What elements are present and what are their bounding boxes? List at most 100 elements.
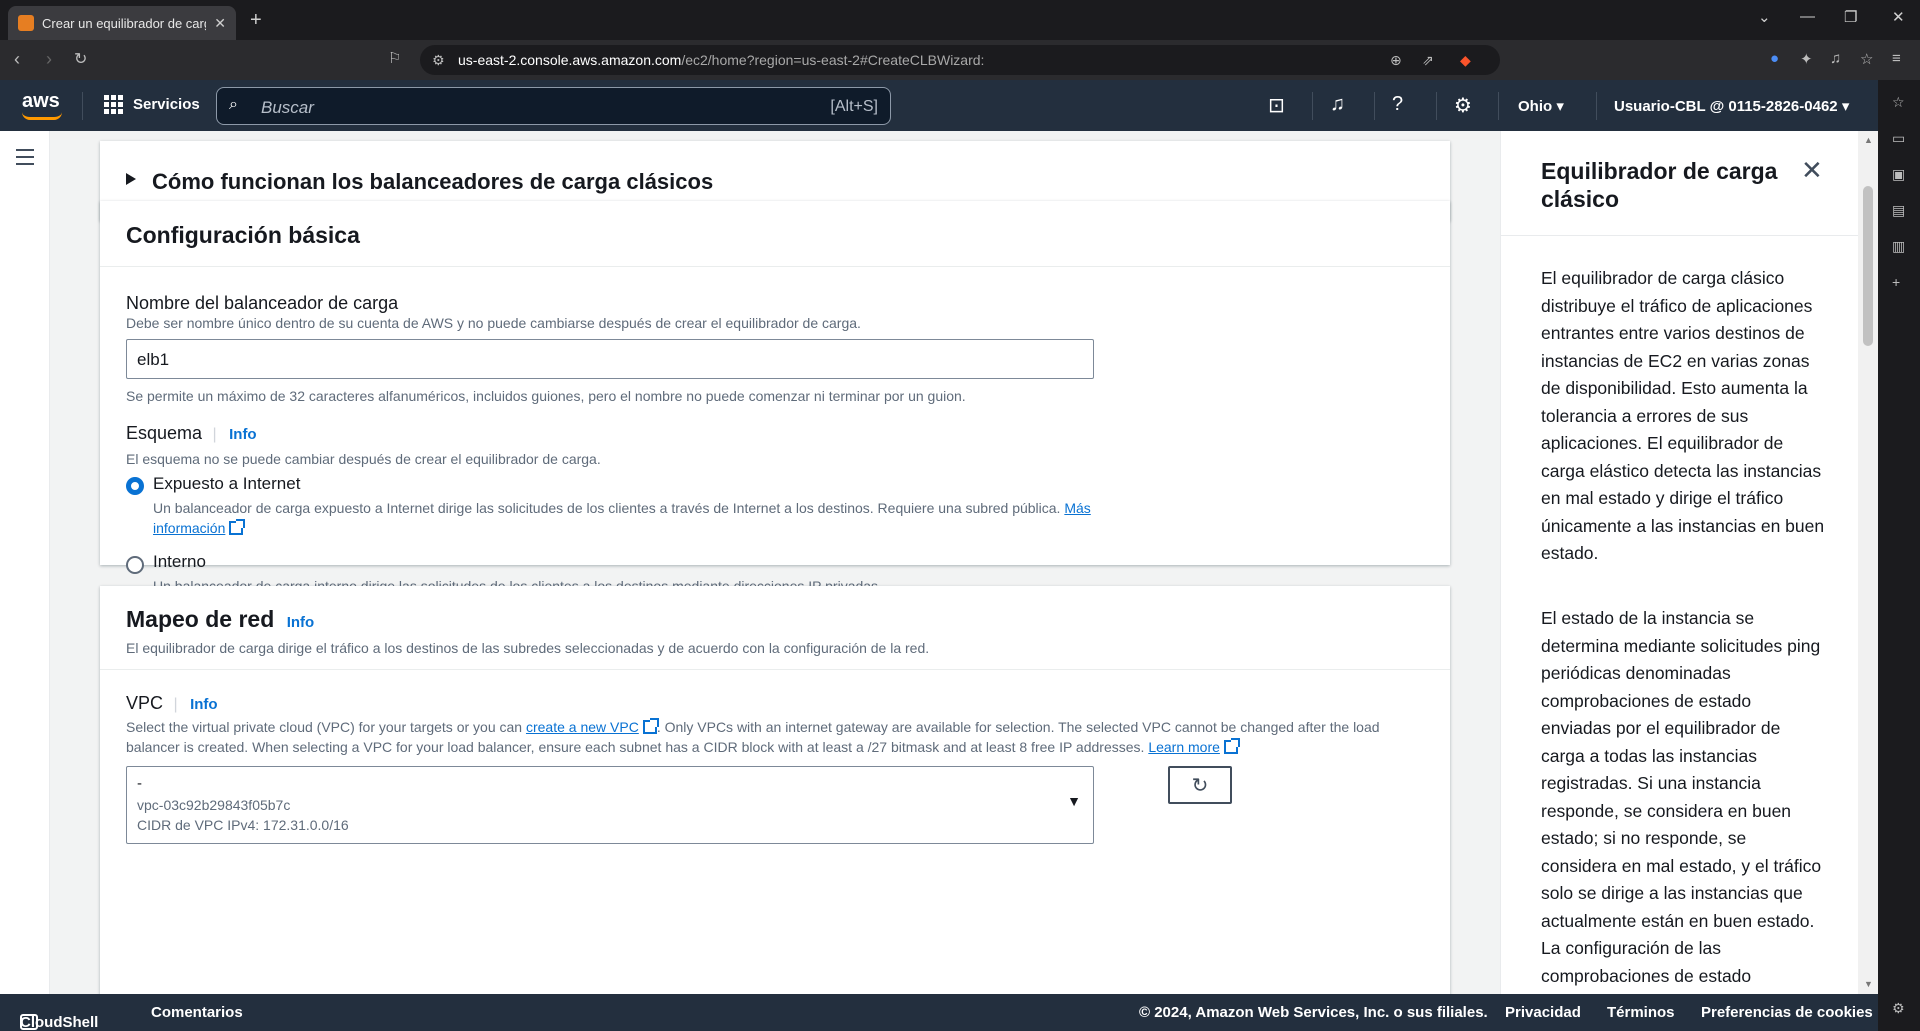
favorites-icon[interactable]: ☆: [1860, 50, 1873, 68]
help-scrollbar[interactable]: ▲ ▼: [1858, 131, 1878, 994]
help-divider: [1501, 235, 1858, 236]
sidebar-wallet-icon[interactable]: ▣: [1892, 166, 1905, 183]
services-menu-button[interactable]: Servicios: [104, 95, 200, 114]
refresh-vpc-button[interactable]: ↻: [1168, 766, 1232, 804]
music-icon[interactable]: ♫: [1830, 50, 1841, 67]
region-selector[interactable]: Ohio ▾: [1518, 97, 1564, 115]
external-link-icon: [229, 519, 246, 535]
site-info-icon[interactable]: ⚙: [432, 52, 445, 69]
comments-link[interactable]: Comentarios: [151, 1004, 243, 1021]
back-icon[interactable]: ‹: [14, 49, 20, 70]
section-title: Configuración básica: [126, 222, 360, 248]
scroll-down-icon[interactable]: ▼: [1864, 979, 1873, 989]
scheme-internal-label[interactable]: Interno: [153, 552, 206, 572]
cloudshell-icon[interactable]: ⊡: [1268, 93, 1285, 118]
label-divider: |: [212, 426, 217, 443]
help-paragraph-1: El equilibrador de carga clásico distrib…: [1541, 268, 1825, 563]
nav-divider: [1436, 92, 1437, 120]
nav-divider: [1498, 92, 1499, 120]
browser-tab-bar: Crear un equilibrador de carga ✕ + ⌄ — ❐…: [0, 0, 1920, 40]
tab-list-chevron-icon[interactable]: ⌄: [1758, 8, 1771, 26]
menu-icon[interactable]: ≡: [1892, 50, 1901, 67]
external-link-icon: [1223, 738, 1240, 754]
scheme-internal-radio[interactable]: [126, 556, 144, 574]
network-title-row: Mapeo de red Info: [126, 606, 314, 633]
network-info-link[interactable]: Info: [287, 614, 315, 631]
caret-right-icon: [126, 173, 136, 185]
cookie-preferences-link[interactable]: Preferencias de cookies: [1701, 1004, 1873, 1021]
basic-config-header: Configuración básica: [100, 201, 1450, 267]
aws-logo-text: aws: [22, 90, 60, 112]
help-panel-title: Equilibrador de carga clásico: [1541, 158, 1778, 212]
bookmark-icon[interactable]: ⚐: [388, 49, 401, 67]
restore-icon[interactable]: ❐: [1844, 8, 1857, 26]
puzzle-icon[interactable]: ✦: [1800, 50, 1813, 68]
scheme-label: Esquema: [126, 423, 203, 443]
settings-gear-icon[interactable]: ⚙: [1454, 93, 1472, 118]
reload-icon[interactable]: ↻: [74, 49, 87, 69]
notifications-bell-icon[interactable]: ♫: [1330, 93, 1345, 116]
chevron-down-icon: ▾: [1556, 98, 1564, 115]
help-panel: Equilibrador de carga clásico ✕ El equil…: [1500, 131, 1858, 994]
sidebar-star-icon[interactable]: ☆: [1892, 94, 1905, 111]
network-mapping-header: Mapeo de red Info El equilibrador de car…: [100, 586, 1450, 670]
aws-logo[interactable]: aws: [22, 90, 62, 120]
scheme-internet-desc-text: Un balanceador de carga expuesto a Inter…: [153, 500, 1061, 516]
lb-name-input[interactable]: elb1: [126, 339, 1094, 379]
nav-divider: [1312, 92, 1313, 120]
vpc-selected-cidr: CIDR de VPC IPv4: 172.31.0.0/16: [137, 817, 349, 833]
new-tab-icon[interactable]: +: [250, 9, 262, 32]
vpc-selected-name: -: [137, 775, 142, 792]
aws-top-nav: aws Servicios ⌕ Buscar [Alt+S] ⊡ ♫ ? ⚙ O…: [0, 80, 1878, 131]
aws-smile-icon: [22, 112, 62, 120]
browser-sidebar: ☆ ▭ ▣ ▤ ▥ + ⚙: [1878, 80, 1920, 1031]
scroll-up-icon[interactable]: ▲: [1864, 135, 1873, 145]
learn-more-link[interactable]: Learn more: [1148, 739, 1220, 755]
vpc-info-link[interactable]: Info: [190, 696, 218, 713]
scheme-internet-description: Un balanceador de carga expuesto a Inter…: [153, 498, 1113, 538]
account-menu[interactable]: Usuario-CBL @ 0115-2826-0462 ▾: [1614, 97, 1849, 115]
sidebar-add-icon[interactable]: +: [1892, 274, 1900, 290]
nav-divider: [82, 92, 83, 120]
sidebar-settings-icon[interactable]: ⚙: [1892, 1000, 1905, 1017]
refresh-icon: ↻: [1191, 775, 1209, 797]
brave-shield-icon[interactable]: ◆: [1460, 52, 1471, 69]
chevron-down-icon: ▾: [1841, 98, 1850, 115]
privacy-link[interactable]: Privacidad: [1505, 1004, 1581, 1021]
extension-icon[interactable]: ●: [1770, 50, 1779, 67]
sidebar-bookmarks-icon[interactable]: ▤: [1892, 202, 1905, 219]
browser-tab[interactable]: Crear un equilibrador de carga ✕: [8, 6, 236, 40]
sidebar-history-icon[interactable]: ▥: [1892, 238, 1905, 255]
hamburger-menu-icon[interactable]: [16, 149, 34, 170]
scheme-info-link[interactable]: Info: [229, 426, 257, 443]
nav-divider: [1596, 92, 1597, 120]
external-link-icon: [642, 718, 659, 734]
scheme-internet-label[interactable]: Expuesto a Internet: [153, 474, 300, 494]
search-input[interactable]: ⌕ Buscar [Alt+S]: [216, 87, 891, 125]
terms-link[interactable]: Términos: [1607, 1004, 1675, 1021]
account-label: Usuario-CBL @ 0115-2826-0462: [1614, 98, 1838, 115]
vpc-desc-text-1: Select the virtual private cloud (VPC) f…: [126, 719, 523, 735]
help-paragraph-2: El estado de la instancia se determina m…: [1541, 608, 1822, 986]
close-tab-icon[interactable]: ✕: [214, 15, 226, 32]
close-help-icon[interactable]: ✕: [1801, 155, 1823, 186]
lb-name-value: elb1: [137, 350, 170, 369]
share-icon[interactable]: ⇗: [1422, 52, 1434, 69]
scheme-internet-radio[interactable]: [126, 477, 144, 495]
nav-divider: [1374, 92, 1375, 120]
scrollbar-thumb[interactable]: [1863, 186, 1873, 346]
lb-name-hint: Se permite un máximo de 32 caracteres al…: [126, 388, 966, 404]
vpc-label: VPC: [126, 693, 164, 713]
forward-icon[interactable]: ›: [46, 49, 52, 70]
window-close-icon[interactable]: ✕: [1892, 8, 1905, 26]
help-icon[interactable]: ?: [1392, 93, 1403, 116]
create-vpc-link[interactable]: create a new VPC: [526, 719, 639, 735]
services-label: Servicios: [133, 96, 200, 113]
vpc-select[interactable]: - vpc-03c92b29843f05b7c CIDR de VPC IPv4…: [126, 766, 1094, 844]
minimize-icon[interactable]: —: [1800, 8, 1815, 25]
zoom-icon[interactable]: ⊕: [1390, 52, 1402, 69]
sidebar-reader-icon[interactable]: ▭: [1892, 130, 1905, 147]
url-field[interactable]: ⚙ us-east-2.console.aws.amazon.com/ec2/h…: [420, 45, 1500, 75]
label-divider: |: [173, 696, 178, 713]
tab-title: Crear un equilibrador de carga: [42, 15, 207, 31]
